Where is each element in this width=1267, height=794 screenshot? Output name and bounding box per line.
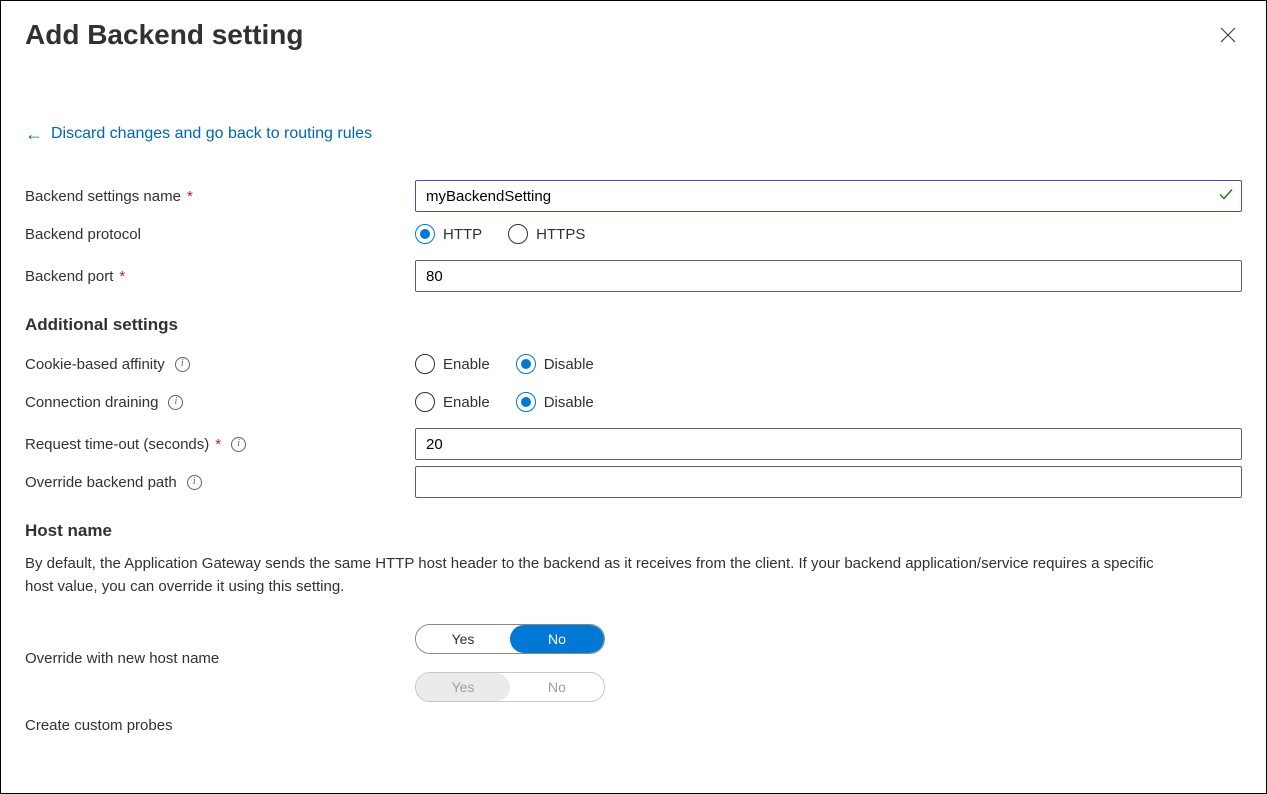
override-host-yes[interactable]: Yes: [416, 625, 510, 653]
row-cookie-affinity: Cookie-based affinity i Enable Disable: [25, 347, 1242, 381]
row-backend-port: Backend port*: [25, 259, 1242, 293]
info-icon[interactable]: i: [175, 357, 190, 372]
connection-draining-radio-group: Enable Disable: [415, 392, 594, 412]
label-override-backend-path: Override backend path i: [25, 470, 415, 495]
required-star: *: [215, 436, 221, 453]
row-request-timeout: Request time-out (seconds)* i: [25, 427, 1242, 461]
section-additional-settings: Additional settings: [25, 315, 1242, 335]
add-backend-setting-panel: Add Backend setting ← Discard changes an…: [0, 0, 1267, 794]
label-request-timeout: Request time-out (seconds)* i: [25, 432, 415, 457]
info-icon[interactable]: i: [231, 437, 246, 452]
row-override-backend-path: Override backend path i: [25, 465, 1242, 499]
row-override-new-host: Override with new host name Yes No Yes N…: [25, 620, 1242, 702]
row-create-custom-probes: Create custom probes: [25, 708, 1242, 742]
radio-protocol-http[interactable]: HTTP: [415, 224, 482, 244]
backend-port-input[interactable]: [415, 260, 1242, 292]
radio-cookie-enable[interactable]: Enable: [415, 354, 490, 374]
page-title: Add Backend setting: [25, 19, 303, 51]
checkmark-icon: [1218, 187, 1234, 206]
request-timeout-input[interactable]: [415, 428, 1242, 460]
section-host-name: Host name: [25, 521, 1242, 541]
label-backend-protocol: Backend protocol: [25, 222, 415, 247]
label-create-custom-probes: Create custom probes: [25, 713, 415, 738]
host-name-description: By default, the Application Gateway send…: [25, 553, 1185, 598]
radio-cookie-disable[interactable]: Disable: [516, 354, 594, 374]
info-icon[interactable]: i: [168, 395, 183, 410]
label-backend-settings-name: Backend settings name*: [25, 184, 415, 209]
close-icon: [1220, 27, 1236, 43]
discard-changes-link[interactable]: ← Discard changes and go back to routing…: [25, 125, 372, 143]
info-icon[interactable]: i: [187, 475, 202, 490]
radio-draining-enable[interactable]: Enable: [415, 392, 490, 412]
radio-draining-disable[interactable]: Disable: [516, 392, 594, 412]
required-star: *: [187, 188, 193, 205]
label-override-new-host: Override with new host name: [25, 620, 415, 671]
close-button[interactable]: [1214, 21, 1242, 49]
override-host-no[interactable]: No: [510, 625, 604, 653]
required-star: *: [119, 268, 125, 285]
backend-settings-name-input[interactable]: [415, 180, 1242, 212]
override-host-sec-no: No: [510, 673, 604, 701]
override-host-toggle: Yes No: [415, 624, 605, 654]
row-backend-settings-name: Backend settings name*: [25, 179, 1242, 213]
label-connection-draining: Connection draining i: [25, 390, 415, 415]
label-backend-port: Backend port*: [25, 264, 415, 289]
label-cookie-affinity: Cookie-based affinity i: [25, 352, 415, 377]
row-backend-protocol: Backend protocol HTTP HTTPS: [25, 217, 1242, 251]
radio-protocol-https[interactable]: HTTPS: [508, 224, 585, 244]
override-host-toggle-secondary: Yes No: [415, 672, 605, 702]
cookie-affinity-radio-group: Enable Disable: [415, 354, 594, 374]
panel-header: Add Backend setting: [25, 19, 1242, 79]
arrow-left-icon: ←: [25, 125, 43, 143]
backend-protocol-radio-group: HTTP HTTPS: [415, 224, 585, 244]
override-host-sec-yes: Yes: [416, 673, 510, 701]
override-backend-path-input[interactable]: [415, 466, 1242, 498]
discard-link-text: Discard changes and go back to routing r…: [51, 125, 372, 143]
row-connection-draining: Connection draining i Enable Disable: [25, 385, 1242, 419]
